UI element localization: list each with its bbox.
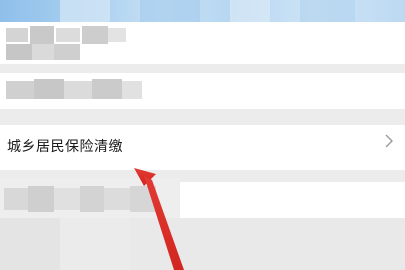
obscured-list-item-detail — [180, 182, 405, 218]
top-header-bar — [0, 0, 405, 22]
obscured-list-item[interactable] — [0, 22, 405, 64]
chevron-right-icon — [381, 132, 397, 150]
insurance-payment-label: 城乡居民保险清缴 — [7, 139, 123, 155]
red-arrow-pointer-icon — [134, 168, 184, 270]
page-background — [0, 218, 405, 270]
obscured-list-item[interactable] — [0, 73, 405, 109]
